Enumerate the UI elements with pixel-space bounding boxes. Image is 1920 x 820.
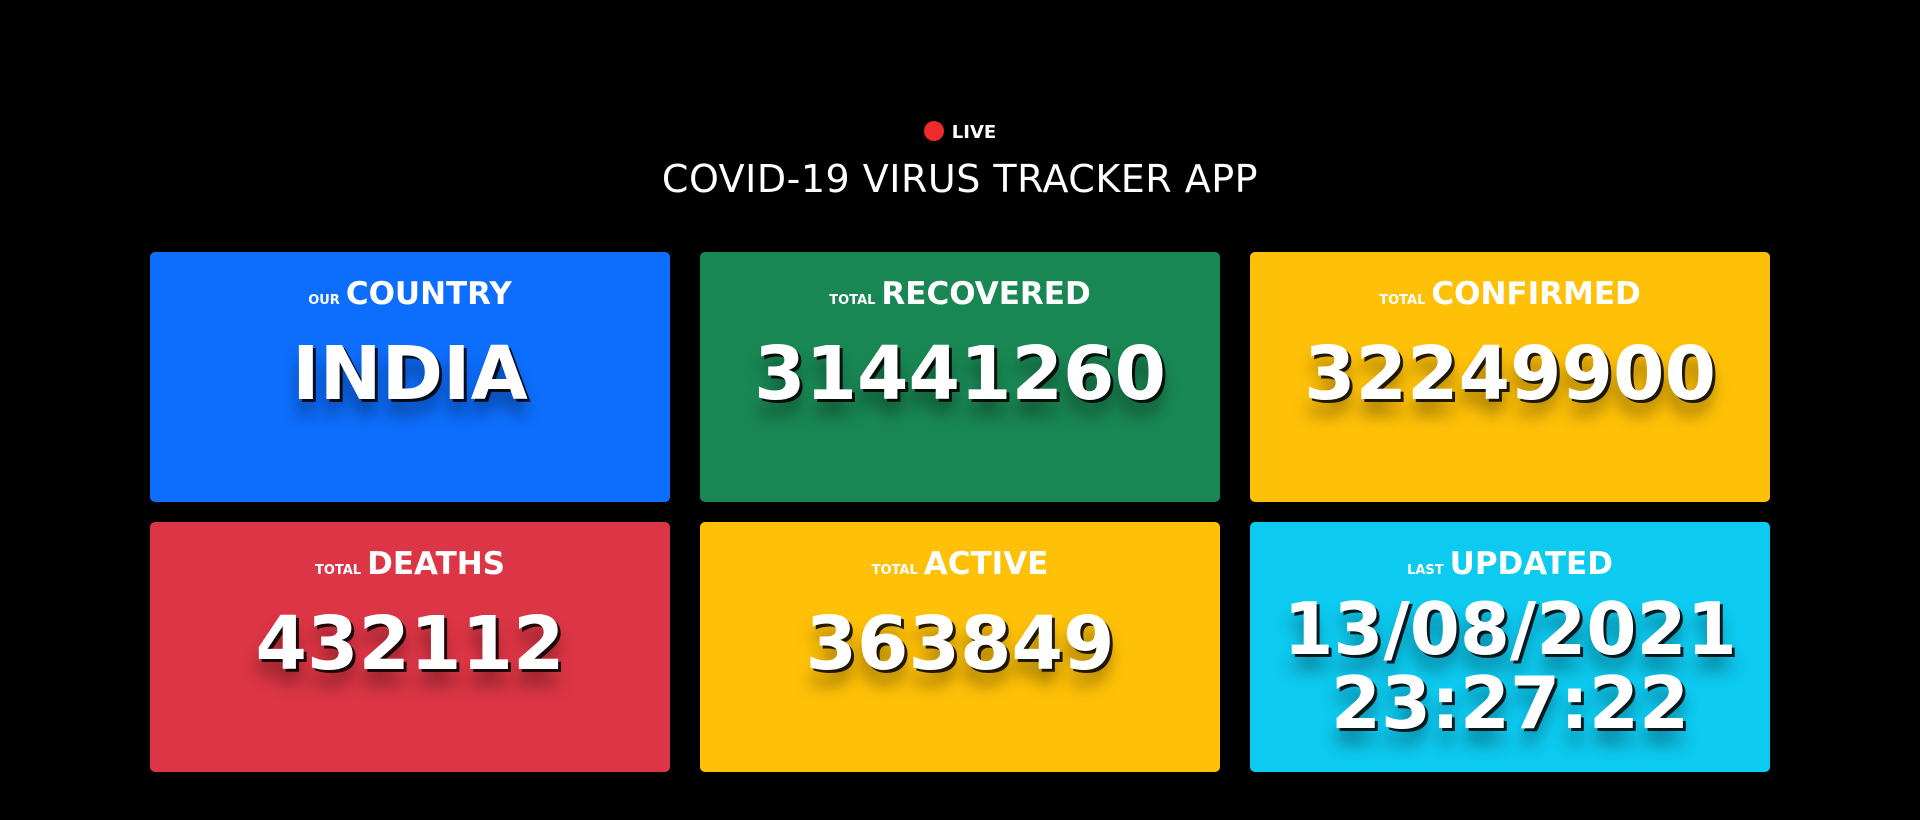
updated-time: 23:27:22 <box>1330 661 1690 745</box>
deaths-value: 432112 <box>255 601 565 687</box>
card-label: TOTAL RECOVERED <box>700 274 1220 321</box>
card-label-small: TOTAL <box>1379 293 1426 308</box>
card-label-small: TOTAL <box>871 563 918 578</box>
live-indicator: LIVE <box>0 120 1920 146</box>
card-label: TOTAL ACTIVE <box>700 544 1220 591</box>
card-label-small: OUR <box>308 293 340 308</box>
country-card: OUR COUNTRY INDIA <box>150 252 670 502</box>
card-label-small: TOTAL <box>829 293 876 308</box>
card-label-big: DEATHS <box>367 546 506 582</box>
card-label-small: LAST <box>1407 563 1444 578</box>
deaths-card: TOTAL DEATHS 432112 <box>150 522 670 772</box>
card-label-big: RECOVERED <box>881 276 1091 312</box>
card-label: TOTAL CONFIRMED <box>1250 274 1770 321</box>
active-card: TOTAL ACTIVE 363849 <box>700 522 1220 772</box>
updated-card: LAST UPDATED 13/08/2021 23:27:22 <box>1250 522 1770 772</box>
card-label: OUR COUNTRY <box>150 274 670 321</box>
card-label-big: CONFIRMED <box>1431 276 1641 312</box>
recovered-value: 31441260 <box>754 331 1166 417</box>
live-dot-icon <box>923 121 944 141</box>
card-label: LAST UPDATED <box>1250 544 1770 591</box>
country-value: INDIA <box>292 331 528 417</box>
stats-grid: OUR COUNTRY INDIA TOTAL RECOVERED 31441260… <box>150 252 1770 772</box>
confirmed-card: TOTAL CONFIRMED 32249900 <box>1250 252 1770 502</box>
card-label-big: COUNTRY <box>345 276 512 312</box>
recovered-card: TOTAL RECOVERED 31441260 <box>700 252 1220 502</box>
card-label-big: ACTIVE <box>923 546 1049 582</box>
page: LIVE COVID-19 VIRUS TRACKER APP OUR COUNT… <box>0 0 1920 820</box>
updated-value: 13/08/2021 23:27:22 <box>1250 592 1770 740</box>
active-value: 363849 <box>805 601 1115 687</box>
page-title: COVID-19 VIRUS TRACKER APP <box>661 157 1259 201</box>
live-label: LIVE <box>951 122 997 143</box>
updated-date: 13/08/2021 <box>1283 587 1737 671</box>
card-label-big: UPDATED <box>1449 546 1613 582</box>
card-label-small: TOTAL <box>314 563 362 578</box>
card-label: TOTAL DEATHS <box>150 544 670 591</box>
confirmed-value: 32249900 <box>1304 331 1716 417</box>
